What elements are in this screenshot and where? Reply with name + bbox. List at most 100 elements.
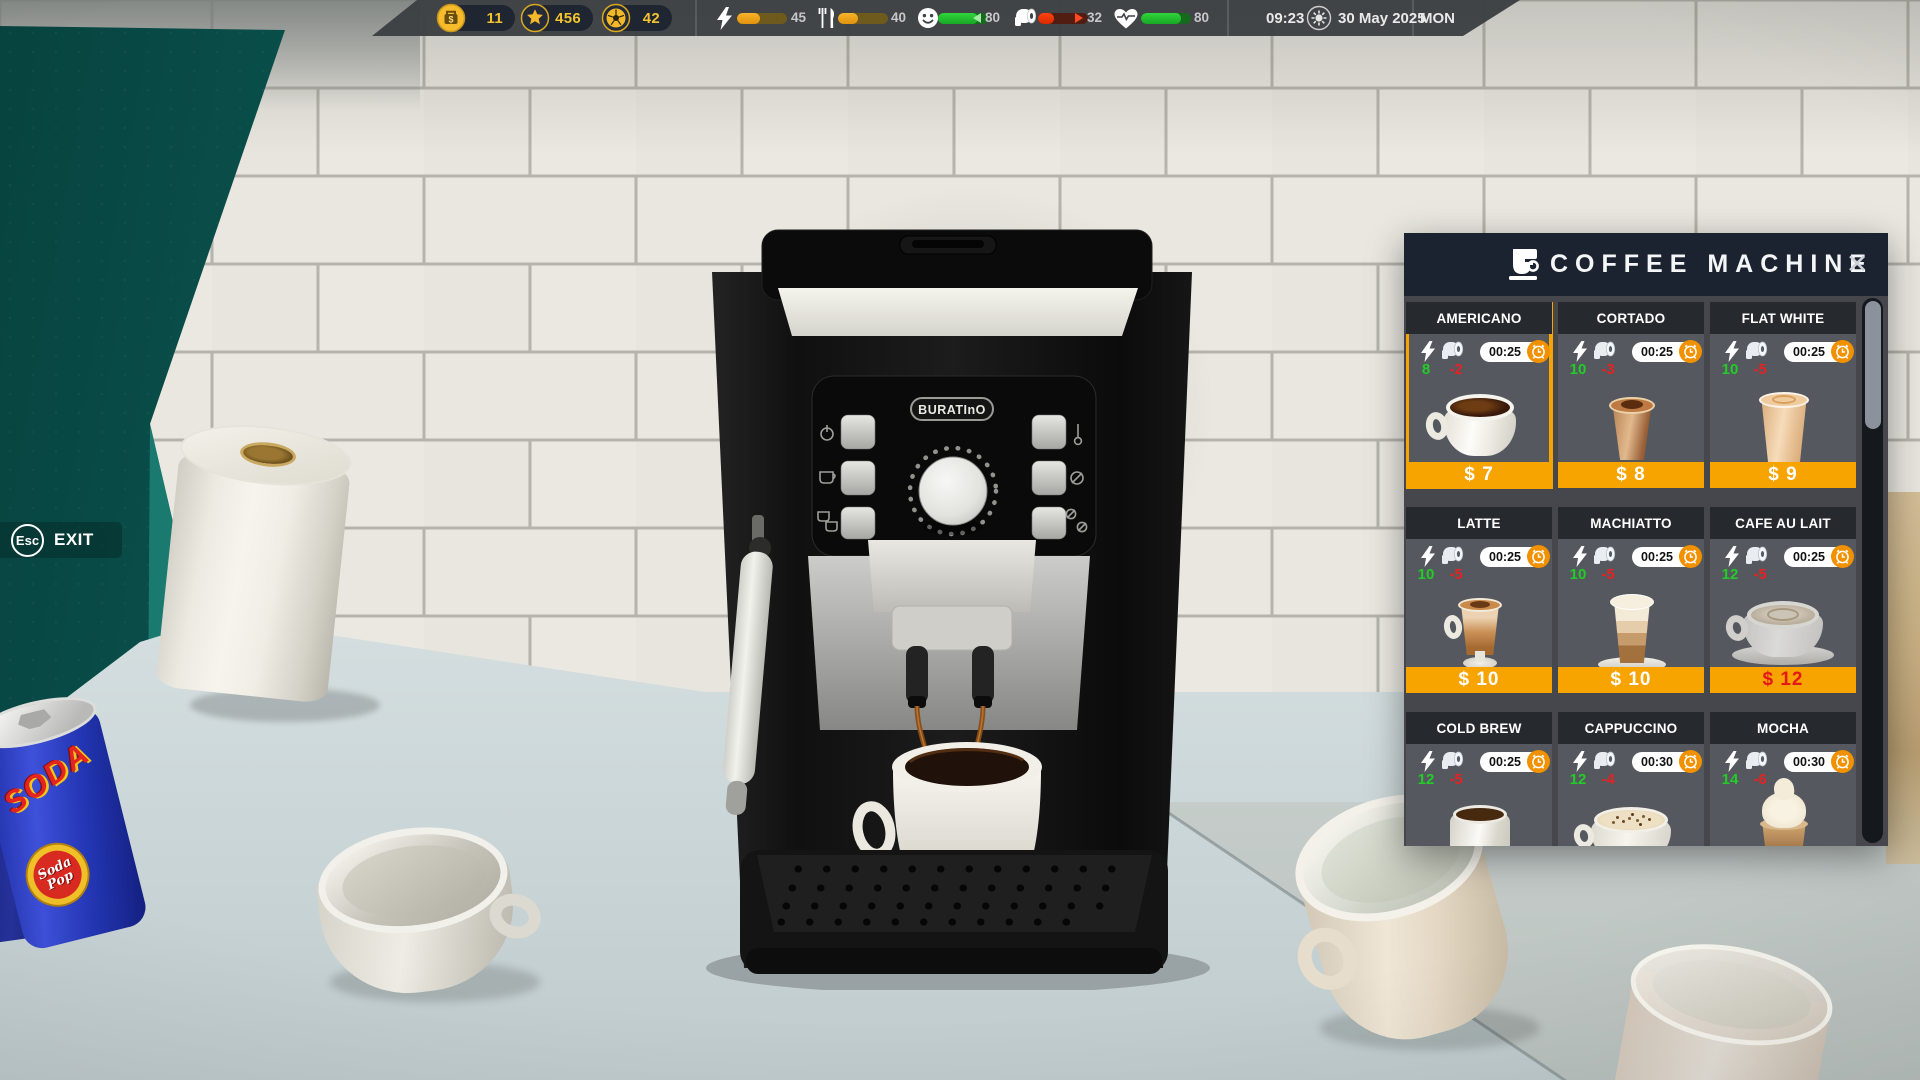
coffee-machine-icon (1506, 246, 1544, 284)
star-counter: 456 (521, 5, 593, 31)
coffee-item[interactable]: LATTE 10 -5 00:25 (1406, 507, 1552, 693)
mood-value: 80 (985, 10, 1000, 25)
coffee-item[interactable]: CORTADO 10 -3 00:25 (1558, 302, 1704, 488)
coffee-item[interactable]: COLD BREW 12 -5 00:25 (1406, 712, 1552, 846)
coffee-item[interactable]: FLAT WHITE 10 -5 00:25 (1710, 302, 1856, 488)
coffee-machine[interactable]: BURATInO (680, 215, 1210, 990)
brew-time: 00:25 (1793, 345, 1825, 359)
dispenser (868, 540, 1036, 612)
mood-icon (917, 7, 939, 34)
energy-icon (1724, 751, 1740, 772)
coffee-item[interactable]: MOCHA 14 -6 00:30 (1710, 712, 1856, 846)
toilet-paper-icon (1746, 546, 1770, 566)
brew-timer: 00:25 (1632, 547, 1699, 567)
toilet-paper-icon (1594, 341, 1618, 361)
coffee-item[interactable]: MACHIATTO 10 -5 00:25 (1558, 507, 1704, 693)
energy-icon (1572, 546, 1588, 567)
coffee-machine-panel: COFFEE MACHINE ✕ AMERICANO 8 -2 00:25 (1404, 233, 1888, 846)
energy-icon (1420, 751, 1436, 772)
toilet-paper-icon (1015, 8, 1039, 33)
brew-time: 00:25 (1641, 345, 1673, 359)
timer-icon (1527, 750, 1550, 773)
coffee-item[interactable]: AMERICANO 8 -2 00:25 (1406, 302, 1552, 488)
toilet-paper-icon (1746, 751, 1770, 771)
money-icon: $ (436, 3, 466, 33)
toilet-value: -3 (1590, 361, 1626, 378)
toilet-value: -6 (1742, 771, 1778, 788)
health-bar (1141, 13, 1191, 24)
hud-divider (695, 0, 697, 36)
toilet-paper-icon (1594, 751, 1618, 771)
brew-timer: 00:25 (1480, 752, 1547, 772)
toilet-paper-icon (1442, 751, 1466, 771)
timer-icon (1679, 545, 1702, 568)
food-bar (838, 13, 888, 24)
cup-left (302, 816, 531, 1010)
coffee-item-name: CAFE AU LAIT (1710, 507, 1856, 539)
clock-day: MON (1420, 0, 1455, 36)
esc-key-icon: Esc (11, 524, 44, 557)
ball-icon (601, 3, 631, 33)
brew-timer: 00:30 (1632, 752, 1699, 772)
price-tag: $ 12 (1710, 667, 1856, 693)
energy-icon (1724, 341, 1740, 362)
energy-icon (1724, 546, 1740, 567)
hud-divider (1227, 0, 1229, 36)
panel-scrollbar[interactable] (1862, 298, 1883, 843)
money-counter: $ 11 (437, 5, 515, 31)
toilet-paper-icon (1594, 546, 1618, 566)
timer-icon (1831, 545, 1854, 568)
energy-bar (737, 13, 787, 24)
food-value: 40 (891, 10, 906, 25)
energy-icon (1420, 341, 1436, 362)
clock-time: 09:23 (1266, 0, 1304, 36)
brew-timer: 00:25 (1480, 547, 1547, 567)
toilet-paper-icon (1442, 341, 1466, 361)
star-icon (520, 3, 550, 33)
sun-icon (1306, 5, 1332, 36)
exit-button[interactable]: Esc EXIT (0, 522, 122, 558)
energy-icon (1572, 751, 1588, 772)
ball-counter: 42 (602, 5, 672, 31)
brew-time: 00:25 (1489, 345, 1521, 359)
coffee-item-name: AMERICANO (1406, 302, 1552, 334)
price-tag: $ 10 (1406, 667, 1552, 693)
boxes-right-edge (1886, 492, 1920, 864)
coffee-item-name: MOCHA (1710, 712, 1856, 744)
toilet-value: -2 (1438, 361, 1474, 378)
timer-icon (1831, 340, 1854, 363)
energy-icon (716, 7, 733, 35)
timer-icon (1831, 750, 1854, 773)
drip-tray (740, 850, 1168, 974)
toilet-value: -4 (1590, 771, 1626, 788)
panel-header: COFFEE MACHINE ✕ (1404, 233, 1888, 296)
toilet-value: -5 (1590, 566, 1626, 583)
machine-knob (919, 457, 987, 525)
brew-timer: 00:25 (1784, 342, 1851, 362)
paper-towel-roll (137, 414, 376, 724)
price-tag: $ 8 (1558, 462, 1704, 488)
game-screen: SODA Soda Pop (0, 0, 1920, 1080)
price-tag: $ 10 (1558, 667, 1704, 693)
food-icon (816, 7, 839, 34)
brew-time: 00:25 (1489, 755, 1521, 769)
close-button[interactable]: ✕ (1840, 247, 1874, 281)
toilet-paper-icon (1442, 546, 1466, 566)
coffee-item-name: CAPPUCCINO (1558, 712, 1704, 744)
health-value: 80 (1194, 10, 1209, 25)
brew-timer: 00:25 (1784, 547, 1851, 567)
brew-time: 00:30 (1641, 755, 1673, 769)
scrollbar-thumb[interactable] (1865, 301, 1881, 429)
toilet-value: -5 (1438, 566, 1474, 583)
coffee-item[interactable]: CAFE AU LAIT 12 -5 00:25 (1710, 507, 1856, 693)
coffee-grid: AMERICANO 8 -2 00:25 (1406, 302, 1858, 846)
toilet-trend-arrow (1075, 13, 1083, 23)
exit-label: EXIT (54, 530, 94, 550)
coffee-item[interactable]: CAPPUCCINO 12 -4 00:30 (1558, 712, 1704, 846)
price-tag: $ 9 (1710, 462, 1856, 488)
energy-icon (1420, 546, 1436, 567)
hud-bar: $ 11 456 42 45 40 (372, 0, 1520, 36)
brew-time: 00:25 (1641, 550, 1673, 564)
toilet-value: 32 (1087, 10, 1102, 25)
toilet-value: -5 (1742, 566, 1778, 583)
